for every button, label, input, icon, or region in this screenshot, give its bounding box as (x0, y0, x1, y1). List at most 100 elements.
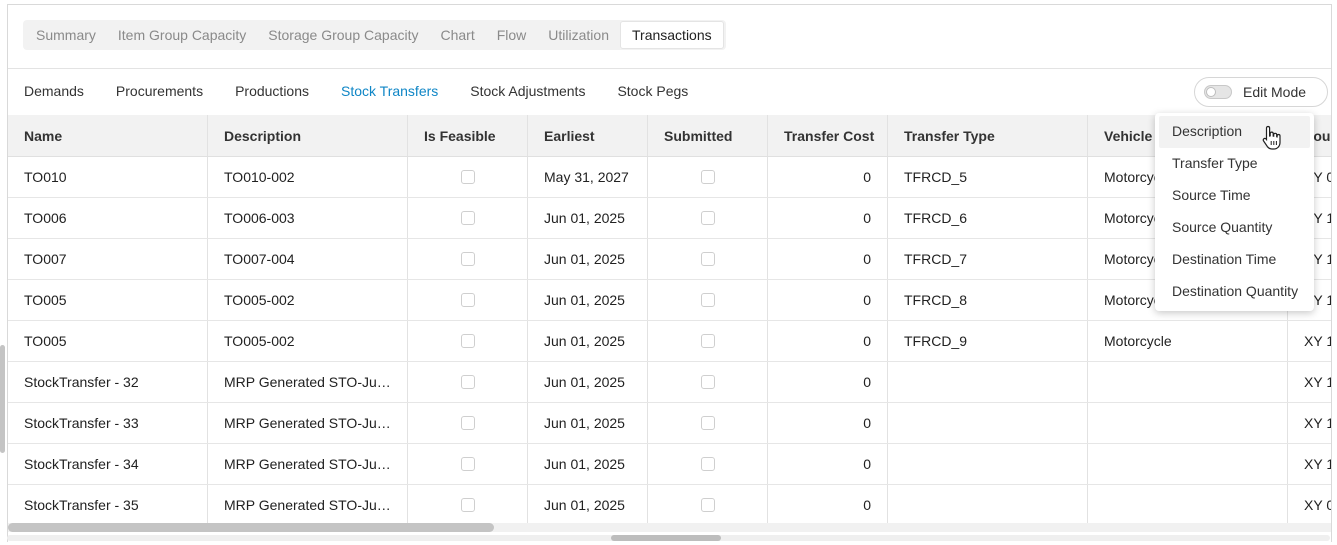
page-horizontal-scrollbar[interactable] (7, 535, 1330, 541)
cell-vehicle-type-text: Motorcycle (1104, 333, 1172, 349)
cell-earliest: Jun 01, 2025 (528, 362, 648, 402)
cell-name-text: TO006 (24, 210, 67, 226)
table-row[interactable]: StockTransfer - 35 MRP Generated STO-Jun … (8, 485, 1331, 526)
cell-name-text: StockTransfer - 33 (24, 415, 139, 431)
table-row[interactable]: TO010 TO010-002 May 31, 2027 0 TFRCD_5 Motorc… (8, 157, 1331, 198)
cell-description-text: MRP Generated STO-Jun ... (224, 374, 391, 390)
edit-mode-toggle[interactable]: Edit Mode (1194, 77, 1328, 107)
cell-transfer-cost-text: 0 (863, 169, 871, 185)
checkbox[interactable] (700, 252, 715, 266)
cell-name-text: StockTransfer - 32 (24, 374, 139, 390)
cell-transfer-type (888, 485, 1088, 525)
menu-item-description[interactable]: Description (1159, 116, 1310, 148)
toggle-switch[interactable] (1204, 85, 1232, 99)
cell-transfer-cost: 0 (768, 444, 888, 484)
menu-item-transfer-type[interactable]: Transfer Type (1155, 148, 1314, 180)
checkbox[interactable] (460, 416, 475, 430)
checkbox[interactable] (460, 293, 475, 307)
tab-item-group-capacity[interactable]: Item Group Capacity (107, 21, 257, 49)
checkbox[interactable] (700, 170, 715, 184)
tab-utilization[interactable]: Utilization (537, 21, 620, 49)
table-row[interactable]: StockTransfer - 32 MRP Generated STO-Jun … (8, 362, 1331, 403)
tab-storage-group-capacity[interactable]: Storage Group Capacity (257, 21, 429, 49)
tab-transactions[interactable]: Transactions (620, 21, 724, 49)
tab-flow[interactable]: Flow (486, 21, 538, 49)
subtab-procurements[interactable]: Procurements (116, 69, 203, 119)
cell-description: TO005-002 (208, 321, 408, 361)
menu-item-source-time[interactable]: Source Time (1155, 180, 1314, 212)
cell-source: XY 1 (1288, 444, 1331, 484)
cell-source: XY 1 (1288, 362, 1331, 402)
cell-transfer-type: TFRCD_5 (888, 157, 1088, 197)
subtab-productions[interactable]: Productions (235, 69, 309, 119)
column-header-name[interactable]: Name (8, 115, 208, 156)
cell-description-text: MRP Generated STO-Jun ... (224, 497, 391, 513)
checkbox[interactable] (700, 498, 715, 512)
cell-submitted (648, 280, 768, 320)
column-header-transfer-type[interactable]: Transfer Type (888, 115, 1088, 156)
menu-item-destination-time[interactable]: Destination Time (1155, 244, 1314, 276)
cell-transfer-type: TFRCD_9 (888, 321, 1088, 361)
subtab-stock-transfers[interactable]: Stock Transfers (341, 69, 439, 119)
column-header-transfer-cost[interactable]: Transfer Cost (768, 115, 888, 156)
checkbox[interactable] (460, 498, 475, 512)
horizontal-scrollbar[interactable] (8, 523, 1331, 532)
cell-vehicle-type (1088, 362, 1288, 402)
checkbox[interactable] (700, 416, 715, 430)
checkbox[interactable] (460, 252, 475, 266)
cell-transfer-type-text: TFRCD_9 (904, 333, 968, 349)
cell-name-text: StockTransfer - 35 (24, 497, 139, 513)
table-row[interactable]: TO007 TO007-004 Jun 01, 2025 0 TFRCD_7 Motorc… (8, 239, 1331, 280)
cell-earliest: Jun 01, 2025 (528, 280, 648, 320)
subtab-stock-adjustments[interactable]: Stock Adjustments (470, 69, 585, 119)
cell-name: TO005 (8, 321, 208, 361)
tab-chart[interactable]: Chart (430, 21, 486, 49)
cell-transfer-cost: 0 (768, 321, 888, 361)
table-row[interactable]: TO005 TO005-002 Jun 01, 2025 0 TFRCD_9 Motorc… (8, 321, 1332, 362)
column-header-submitted[interactable]: Submitted (648, 115, 768, 156)
table-row[interactable]: TO006 TO006-003 Jun 01, 2025 0 TFRCD_6 Motorc… (8, 198, 1331, 239)
cell-is-feasible (408, 157, 528, 197)
cell-is-feasible (408, 280, 528, 320)
subtab-demands[interactable]: Demands (24, 69, 84, 119)
checkbox[interactable] (700, 293, 715, 307)
edit-mode-label: Edit Mode (1243, 84, 1307, 100)
checkbox[interactable] (460, 334, 475, 348)
column-header-description[interactable]: Description (208, 115, 408, 156)
cell-name: TO006 (8, 198, 208, 238)
vertical-scrollbar-thumb[interactable] (0, 345, 5, 453)
table-row[interactable]: TO005 TO005-002 Jun 01, 2025 0 TFRCD_8 Motorc… (8, 280, 1331, 321)
checkbox[interactable] (700, 334, 715, 348)
cell-is-feasible (408, 239, 528, 279)
cell-source: XY 1 (1288, 321, 1332, 361)
column-header-earliest[interactable]: Earliest (528, 115, 648, 156)
cell-earliest: Jun 01, 2025 (528, 485, 648, 525)
cell-is-feasible (408, 485, 528, 525)
horizontal-scrollbar-thumb[interactable] (8, 523, 494, 532)
checkbox[interactable] (460, 457, 475, 471)
hand-pointer-icon (1262, 125, 1281, 150)
checkbox[interactable] (460, 211, 475, 225)
checkbox[interactable] (460, 375, 475, 389)
checkbox[interactable] (460, 170, 475, 184)
cell-description: MRP Generated STO-Jun ... (208, 403, 408, 443)
table-row[interactable]: StockTransfer - 33 MRP Generated STO-Jun … (8, 403, 1331, 444)
cell-transfer-type: TFRCD_8 (888, 280, 1088, 320)
tab-summary[interactable]: Summary (25, 21, 107, 49)
checkbox[interactable] (700, 375, 715, 389)
cell-vehicle-type (1088, 485, 1288, 525)
menu-item-source-quantity[interactable]: Source Quantity (1155, 212, 1314, 244)
cell-transfer-cost-text: 0 (863, 497, 871, 513)
cell-transfer-type: TFRCD_6 (888, 198, 1088, 238)
checkbox[interactable] (700, 457, 715, 471)
subtab-stock-pegs[interactable]: Stock Pegs (617, 69, 688, 119)
checkbox[interactable] (700, 211, 715, 225)
cell-transfer-cost-text: 0 (863, 415, 871, 431)
menu-item-destination-quantity[interactable]: Destination Quantity (1155, 276, 1314, 308)
cell-description: TO005-002 (208, 280, 408, 320)
table-row[interactable]: StockTransfer - 34 MRP Generated STO-Jun … (8, 444, 1331, 485)
cell-earliest: Jun 01, 2025 (528, 239, 648, 279)
column-header-is-feasible[interactable]: Is Feasible (408, 115, 528, 156)
page-horizontal-scrollbar-thumb[interactable] (611, 535, 721, 541)
cell-source-text: XY 1 (1304, 333, 1332, 349)
